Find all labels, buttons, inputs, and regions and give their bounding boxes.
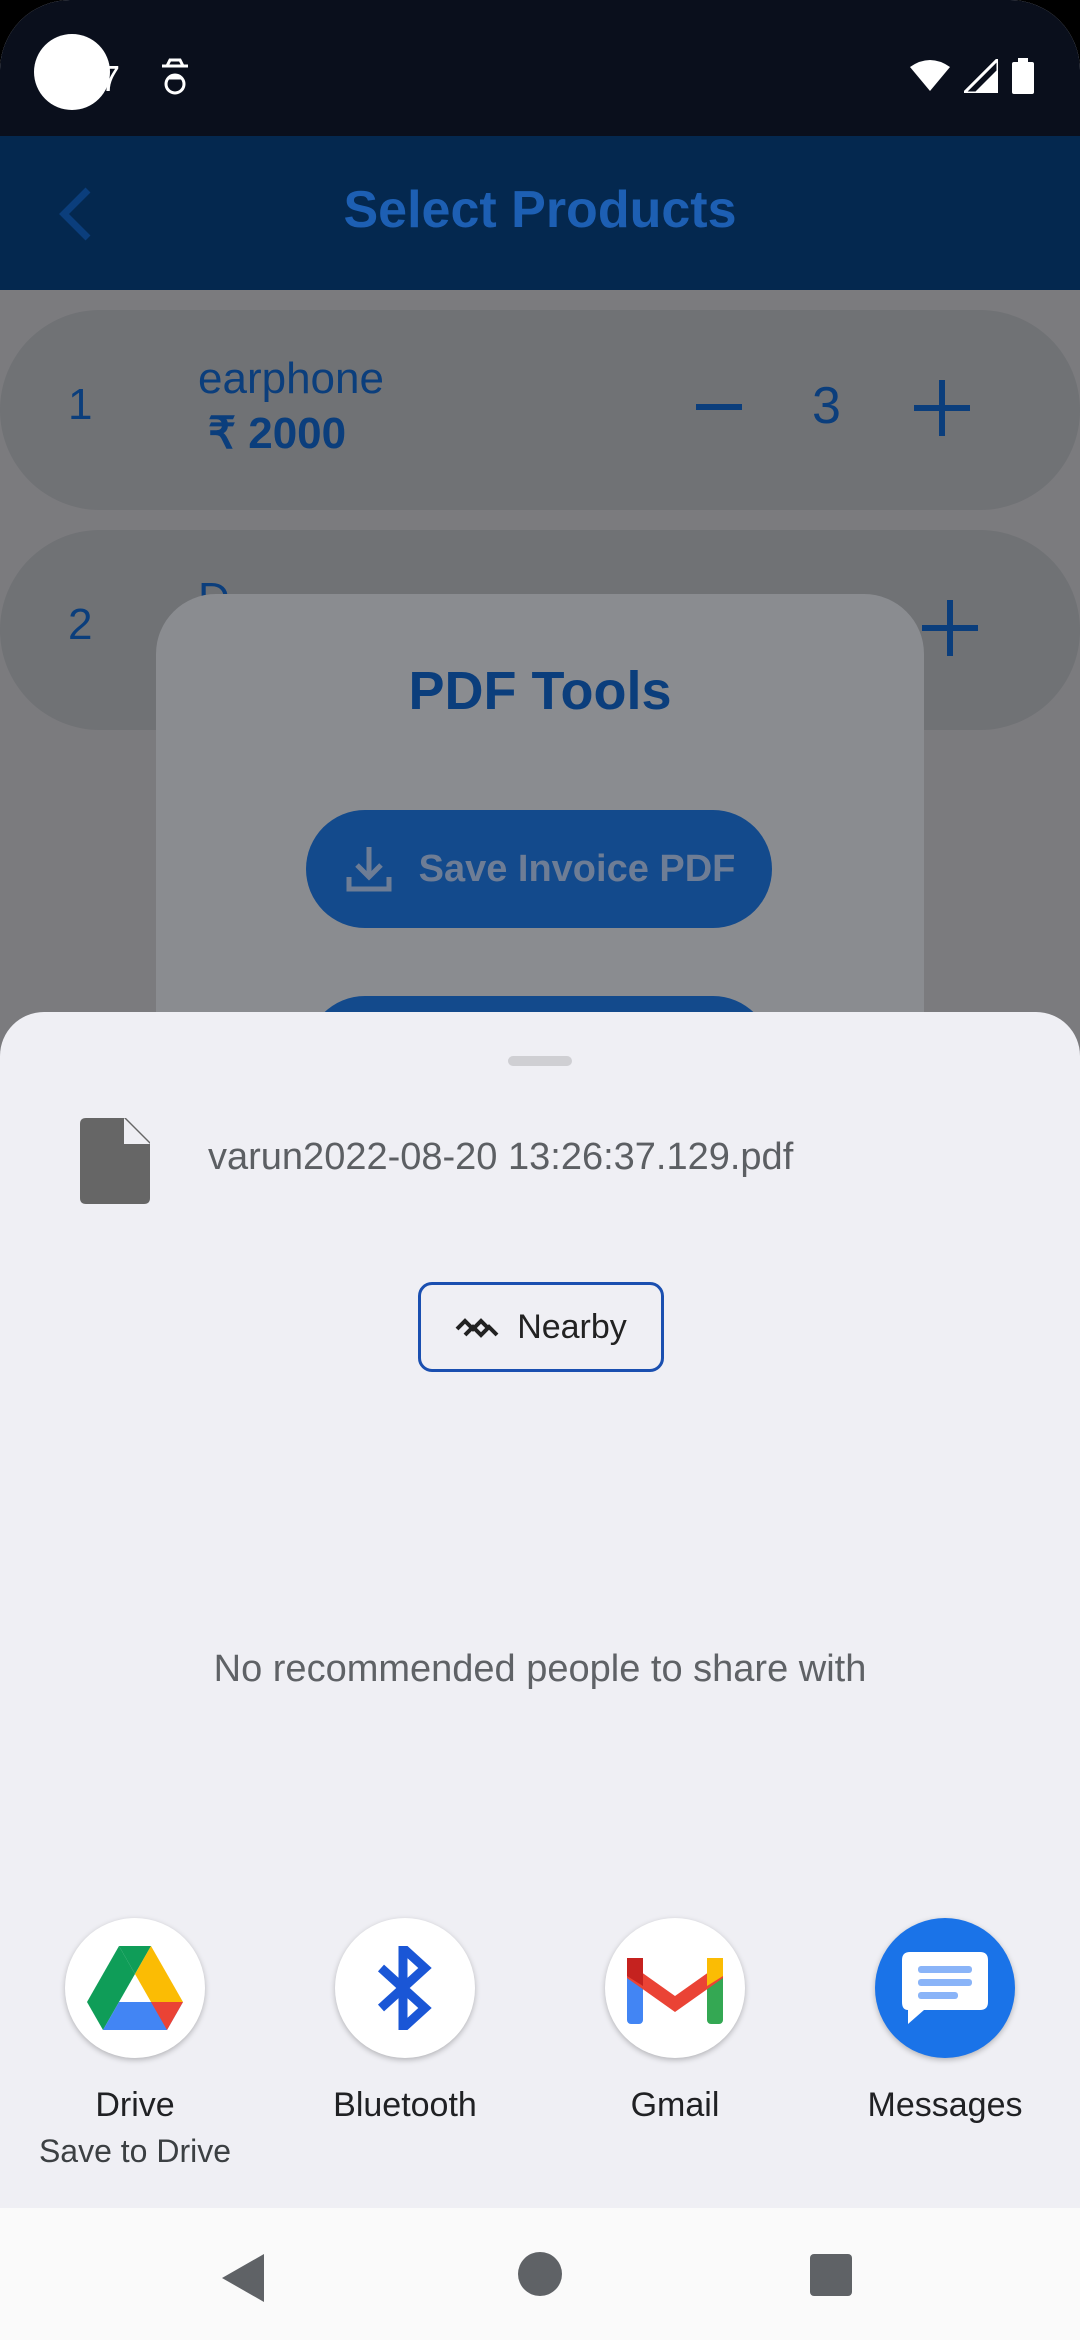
product-index: 2 bbox=[68, 600, 93, 649]
battery-icon bbox=[1012, 58, 1034, 94]
camera-cutout bbox=[34, 34, 110, 110]
product-index: 1 bbox=[68, 380, 93, 429]
increase-button[interactable] bbox=[922, 600, 978, 656]
status-bar: 7 bbox=[0, 0, 1080, 136]
navigation-bar bbox=[0, 2208, 1080, 2340]
increase-button[interactable] bbox=[914, 380, 970, 436]
nav-home-icon[interactable] bbox=[518, 2252, 562, 2296]
app-label: Bluetooth bbox=[333, 2086, 477, 2124]
app-bar: Select Products bbox=[0, 136, 1080, 290]
product-qty: 3 bbox=[812, 377, 841, 435]
share-targets: Drive Save to Drive Bluetooth Gmail Mess… bbox=[0, 1918, 1080, 2178]
share-target-drive[interactable]: Drive Save to Drive bbox=[0, 1918, 270, 2170]
product-name: earphone bbox=[198, 354, 384, 403]
nav-recents-icon[interactable] bbox=[810, 2254, 852, 2296]
incognito-icon bbox=[162, 58, 188, 95]
nav-back-icon[interactable] bbox=[222, 2254, 266, 2302]
share-sheet: varun2022-08-20 13:26:37.129.pdf Nearby … bbox=[0, 1012, 1080, 2208]
share-target-messages[interactable]: Messages bbox=[810, 1918, 1080, 2125]
download-icon bbox=[346, 847, 392, 892]
status-icons bbox=[910, 58, 1034, 94]
bluetooth-icon bbox=[335, 1918, 475, 2058]
nearby-share-button[interactable]: Nearby bbox=[418, 1282, 664, 1372]
google-drive-icon bbox=[65, 1918, 205, 2058]
nearby-label: Nearby bbox=[517, 1307, 627, 1346]
nearby-icon bbox=[455, 1318, 499, 1338]
sheet-handle[interactable] bbox=[508, 1056, 572, 1066]
app-screen: 7 Select Products 1 earphone ₹ 2000 3 2 bbox=[0, 0, 1080, 2340]
no-recommendations-text: No recommended people to share with bbox=[213, 1648, 867, 1690]
signal-icon bbox=[964, 59, 998, 93]
save-invoice-label: Save Invoice PDF bbox=[418, 847, 736, 890]
app-label: Messages bbox=[867, 2086, 1023, 2124]
file-icon bbox=[80, 1118, 150, 1204]
share-target-gmail[interactable]: Gmail bbox=[540, 1918, 810, 2125]
save-invoice-button[interactable]: Save Invoice PDF bbox=[306, 810, 772, 928]
messages-icon bbox=[875, 1918, 1015, 2058]
product-price: ₹ 2000 bbox=[208, 409, 347, 458]
app-label: Drive bbox=[95, 2086, 175, 2124]
share-target-bluetooth[interactable]: Bluetooth bbox=[270, 1918, 540, 2125]
gmail-icon bbox=[605, 1918, 745, 2058]
app-label: Gmail bbox=[630, 2086, 720, 2124]
file-name: varun2022-08-20 13:26:37.129.pdf bbox=[208, 1136, 794, 1178]
page-title: Select Products bbox=[343, 181, 737, 239]
app-sublabel: Save to Drive bbox=[38, 2133, 232, 2169]
dialog-title: PDF Tools bbox=[408, 661, 672, 721]
decrease-button[interactable] bbox=[696, 404, 742, 410]
status-time: 7 bbox=[100, 58, 121, 99]
wifi-icon bbox=[910, 60, 950, 91]
product-row[interactable]: 1 earphone ₹ 2000 3 bbox=[0, 310, 1080, 510]
